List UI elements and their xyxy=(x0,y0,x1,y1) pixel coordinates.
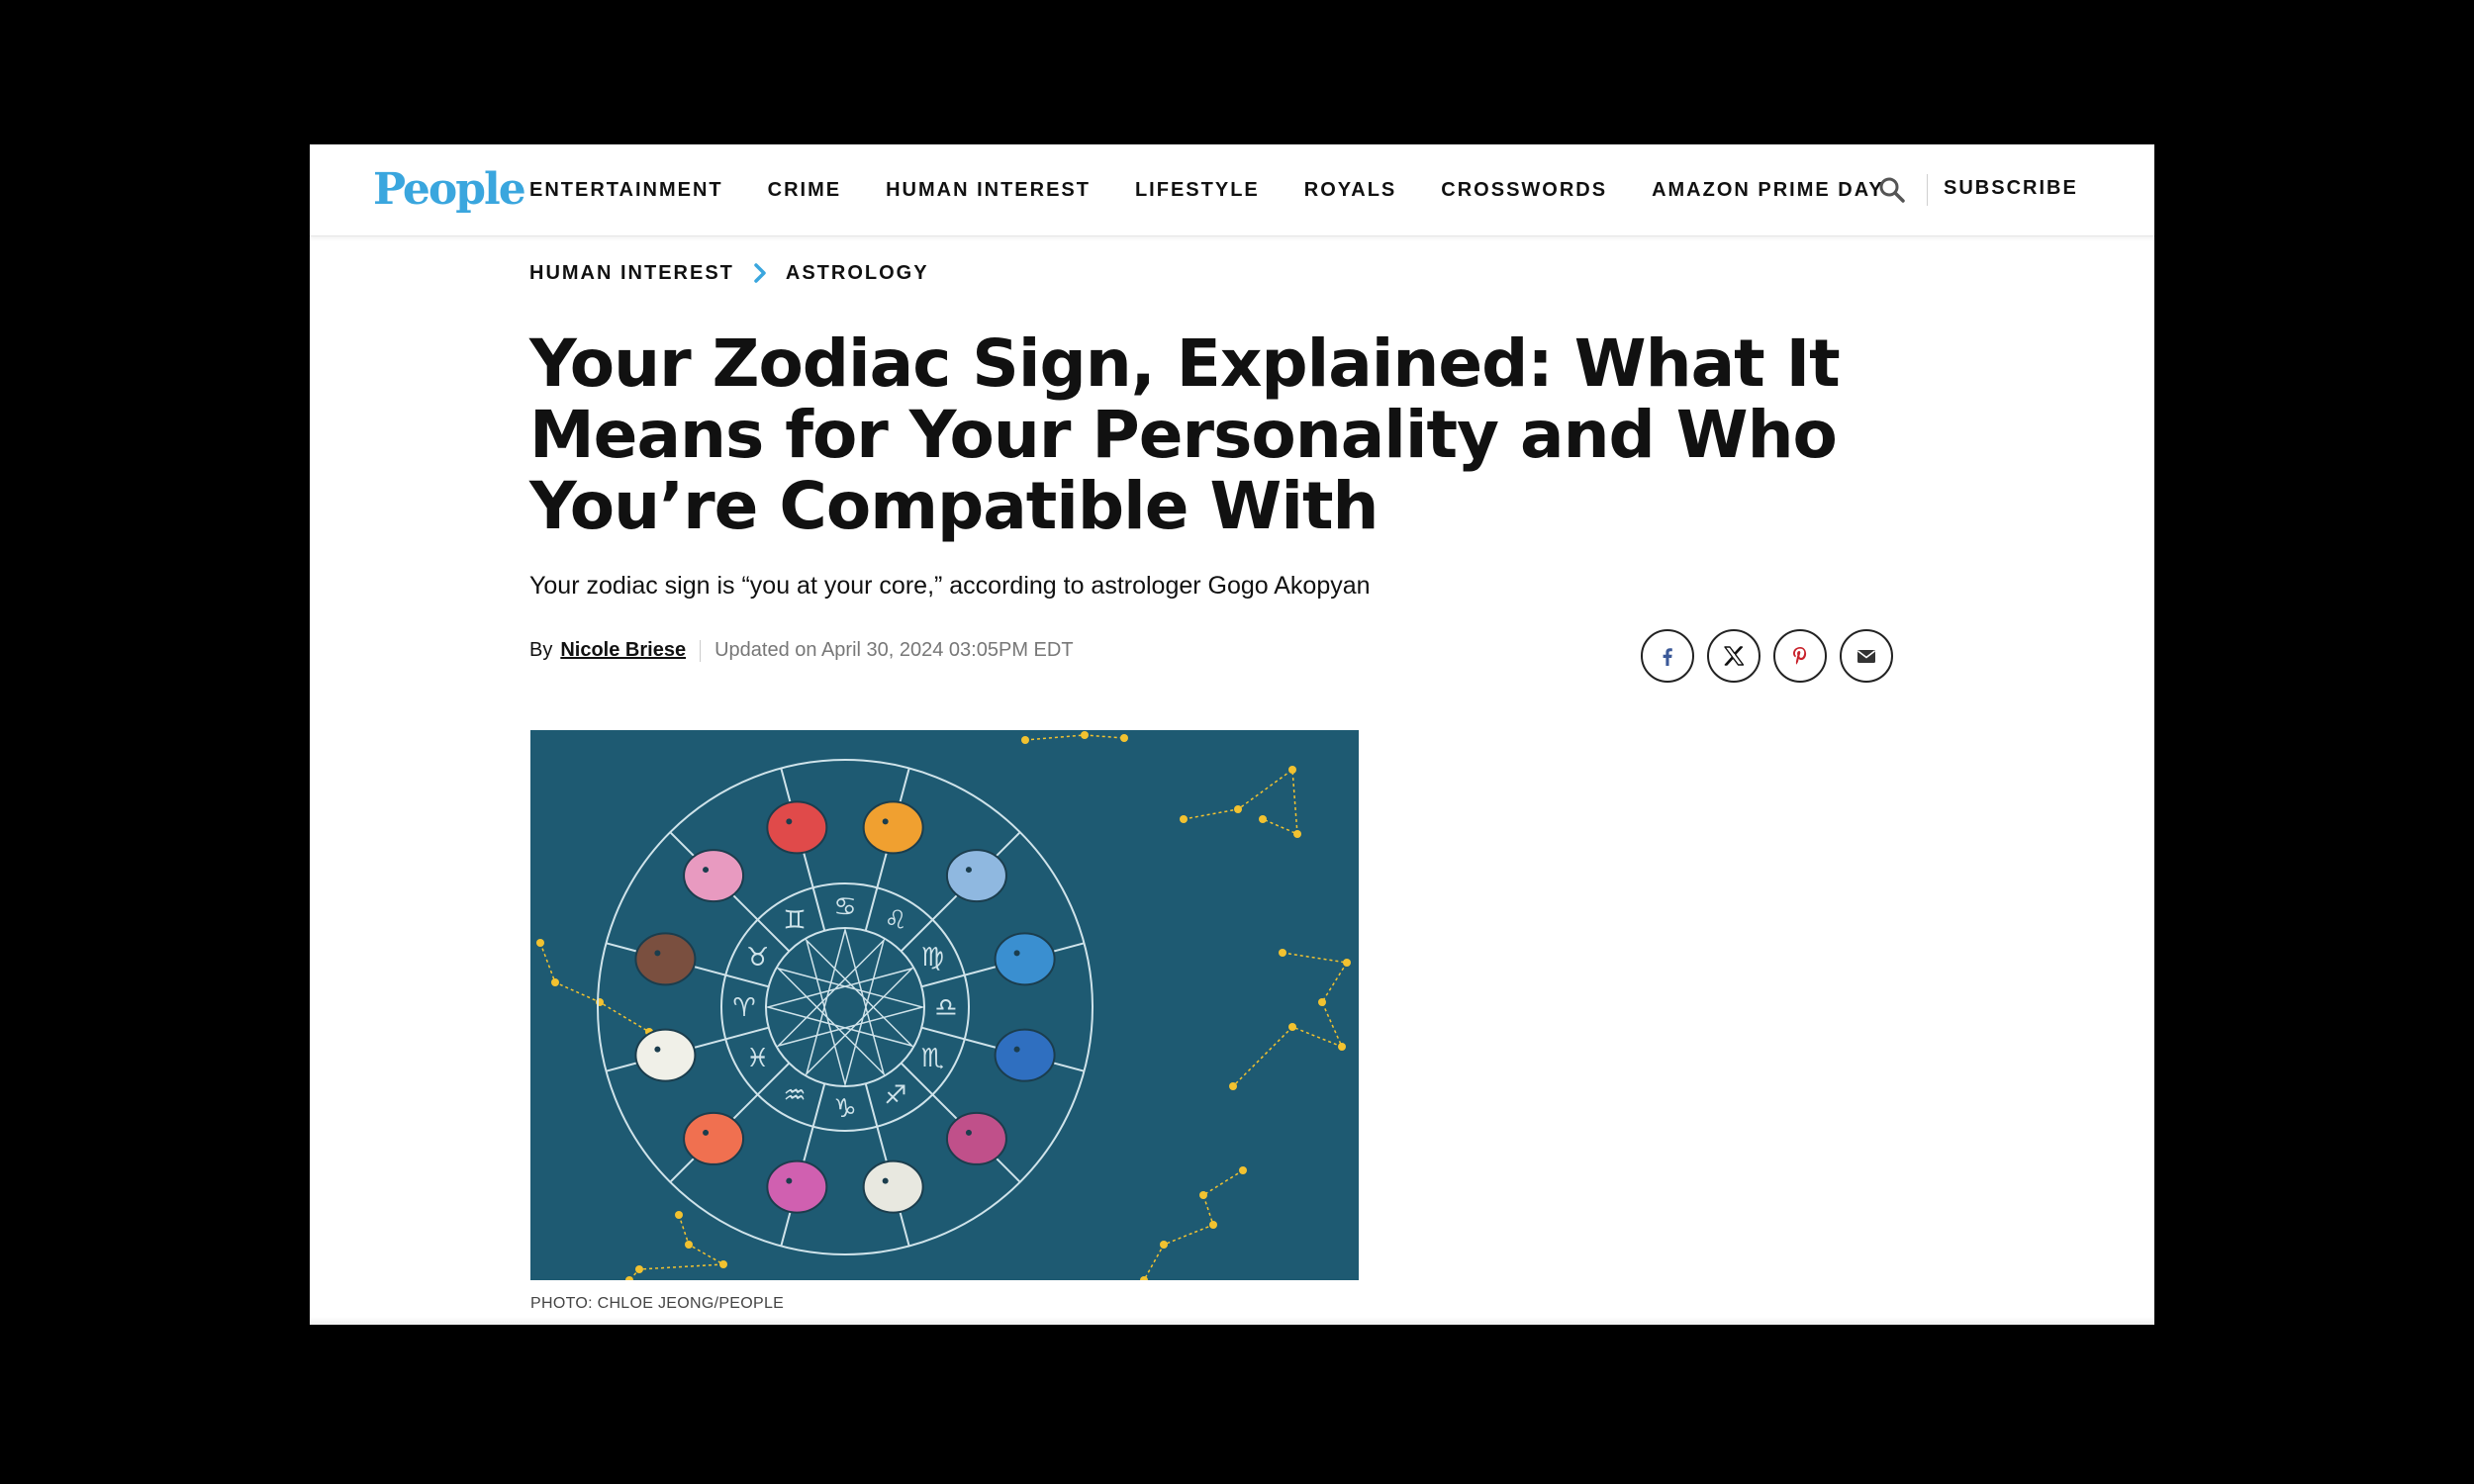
by-label: By xyxy=(529,639,553,661)
star xyxy=(536,939,544,947)
star xyxy=(1120,734,1128,742)
zodiac-figure xyxy=(994,1028,1056,1082)
zodiac-glyph: ♈ xyxy=(732,993,755,1023)
zodiac-figure xyxy=(766,1159,828,1214)
star xyxy=(1318,998,1326,1006)
star xyxy=(1288,1023,1296,1031)
zodiac-figure xyxy=(766,800,828,855)
zodiac-glyph: ♏ xyxy=(921,1044,944,1073)
article-headline: Your Zodiac Sign, Explained: What It Mea… xyxy=(529,325,1841,544)
updated-date: Updated on April 30, 2024 03:05PM EDT xyxy=(714,639,1074,661)
nav-item-crime[interactable]: CRIME xyxy=(768,179,841,202)
star xyxy=(719,1260,727,1268)
nav-item-royals[interactable]: ROYALS xyxy=(1304,179,1397,202)
zodiac-figure-eye xyxy=(703,1129,710,1136)
star xyxy=(1180,815,1188,823)
author-link[interactable]: Nicole Briese xyxy=(560,639,686,662)
breadcrumb: HUMAN INTEREST ASTROLOGY xyxy=(529,260,929,286)
zodiac-figure xyxy=(862,800,924,855)
share-pinterest-button[interactable] xyxy=(1773,629,1827,683)
zodiac-figure-eye xyxy=(965,867,972,874)
facebook-icon xyxy=(1663,648,1672,666)
article-dek: Your zodiac sign is “you at your core,” … xyxy=(529,572,1371,600)
share-x-button[interactable] xyxy=(1707,629,1760,683)
zodiac-figure xyxy=(683,849,745,903)
site-header: People ENTERTAINMENT CRIME HUMAN INTERES… xyxy=(310,144,2154,236)
zodiac-figure-eye xyxy=(703,867,710,874)
page-bottom-shade xyxy=(310,1317,2154,1325)
search-icon xyxy=(1879,177,1905,203)
zodiac-glyph: ♍ xyxy=(921,943,944,973)
star xyxy=(1021,736,1029,744)
star xyxy=(1239,1166,1247,1174)
star xyxy=(675,1211,683,1219)
zodiac-figure-eye xyxy=(882,818,889,825)
zodiac-glyph: ♑ xyxy=(833,1094,856,1124)
star xyxy=(685,1241,693,1249)
main-nav: ENTERTAINMENT CRIME HUMAN INTEREST LIFES… xyxy=(529,144,1929,235)
zodiac-figure-eye xyxy=(786,1177,793,1184)
star xyxy=(1338,1043,1346,1051)
zodiac-glyph: ♒ xyxy=(783,1080,806,1110)
zodiac-wheel-illustration: ♈ ♉ ♊ ♋ ♌ ♍ ♎ ♏ ♐ ♑ ♒ ♓ xyxy=(530,730,1359,1280)
zodiac-glyph: ♐ xyxy=(884,1080,906,1110)
zodiac-glyph: ♉ xyxy=(746,943,769,973)
search-button[interactable] xyxy=(1876,174,1908,206)
nav-item-crosswords[interactable]: CROSSWORDS xyxy=(1441,179,1607,202)
zodiac-figure xyxy=(945,849,1007,903)
zodiac-glyph: ♎ xyxy=(934,993,957,1023)
zodiac-figure xyxy=(945,1111,1007,1165)
x-icon xyxy=(1724,646,1745,666)
star xyxy=(635,1265,643,1273)
star xyxy=(1160,1241,1168,1249)
zodiac-figure xyxy=(862,1159,924,1214)
star xyxy=(1293,830,1301,838)
byline-divider xyxy=(700,639,702,662)
zodiac-figure xyxy=(683,1111,745,1165)
photo-caption: PHOTO: CHLOE JEONG/PEOPLE xyxy=(530,1295,785,1312)
byline: By Nicole Briese Updated on April 30, 20… xyxy=(529,639,1074,662)
star xyxy=(1081,731,1089,739)
nav-item-entertainment[interactable]: ENTERTAINMENT xyxy=(529,179,723,202)
star xyxy=(1259,815,1267,823)
email-icon xyxy=(1857,650,1875,663)
star xyxy=(1343,959,1351,967)
subscribe-button[interactable]: SUBSCRIBE xyxy=(1944,177,2078,200)
star xyxy=(1199,1191,1207,1199)
zodiac-figure xyxy=(634,1028,697,1082)
zodiac-glyph: ♓ xyxy=(746,1044,769,1073)
share-email-button[interactable] xyxy=(1840,629,1893,683)
zodiac-figure-eye xyxy=(882,1177,889,1184)
zodiac-figure-eye xyxy=(654,1046,661,1053)
star xyxy=(1234,805,1242,813)
star xyxy=(551,978,559,986)
zodiac-glyph: ♌ xyxy=(884,906,906,936)
star xyxy=(1288,766,1296,774)
pinterest-icon xyxy=(1793,647,1807,665)
nav-divider xyxy=(1927,174,1928,206)
nav-item-human-interest[interactable]: HUMAN INTEREST xyxy=(886,179,1091,202)
zodiac-figure-eye xyxy=(965,1129,972,1136)
people-logo[interactable]: People xyxy=(373,160,526,220)
breadcrumb-astrology[interactable]: ASTROLOGY xyxy=(786,262,929,285)
zodiac-glyph: ♋ xyxy=(833,892,856,922)
zodiac-figure-eye xyxy=(654,950,661,957)
chevron-right-icon xyxy=(754,263,766,283)
zodiac-figure-eye xyxy=(786,818,793,825)
nav-item-amazon-prime-day[interactable]: AMAZON PRIME DAY xyxy=(1652,179,1884,202)
star xyxy=(1279,949,1286,957)
share-facebook-button[interactable] xyxy=(1641,629,1694,683)
star xyxy=(1209,1221,1217,1229)
breadcrumb-human-interest[interactable]: HUMAN INTEREST xyxy=(529,262,734,285)
nav-item-lifestyle[interactable]: LIFESTYLE xyxy=(1135,179,1260,202)
star xyxy=(1229,1082,1237,1090)
browser-page: People ENTERTAINMENT CRIME HUMAN INTERES… xyxy=(310,144,2154,1325)
zodiac-glyph: ♊ xyxy=(783,906,806,936)
zodiac-figure-eye xyxy=(1013,1046,1020,1053)
share-buttons xyxy=(1641,629,1906,683)
zodiac-figure-eye xyxy=(1013,950,1020,957)
zodiac-figure xyxy=(634,932,697,986)
zodiac-figure xyxy=(994,932,1056,986)
